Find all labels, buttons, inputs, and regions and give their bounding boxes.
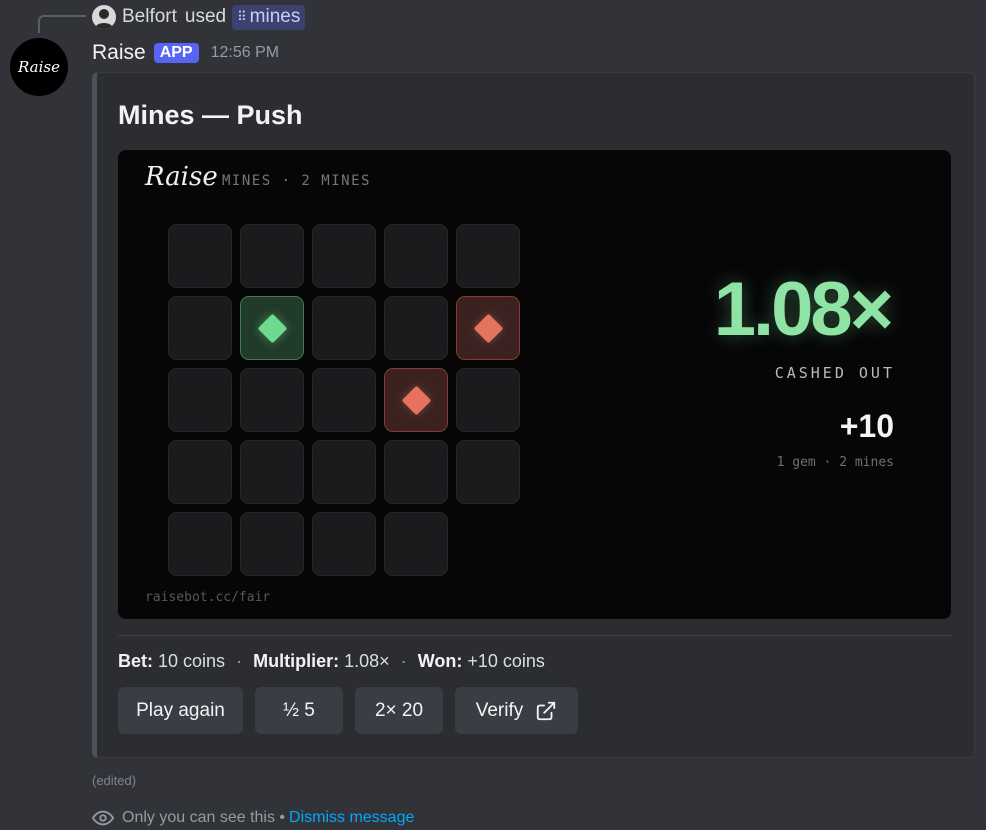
timestamp[interactable]: 12:56 PM <box>211 44 279 62</box>
gem-mine-info: 1 gem · 2 mines <box>776 455 894 470</box>
bet-label: Bet: <box>118 651 153 671</box>
reply-reference[interactable]: Belfort used ⠿ mines <box>92 4 306 30</box>
embed-divider <box>118 635 951 636</box>
reply-connector <box>38 15 86 33</box>
action-buttons: Play again ½ 5 2× 20 Verify <box>118 687 578 734</box>
separator: · <box>400 651 407 671</box>
game-subtitle: MINES · 2 MINES <box>222 173 371 189</box>
hidden-tile <box>384 296 448 360</box>
verify-button[interactable]: Verify <box>455 687 578 734</box>
won-value: +10 coins <box>467 651 545 671</box>
bot-name[interactable]: Raise <box>92 41 146 65</box>
hidden-tile <box>240 512 304 576</box>
gem-tile <box>240 296 304 360</box>
status-label: CASHED OUT <box>774 364 895 382</box>
hidden-tile <box>384 224 448 288</box>
bet-value: 10 coins <box>158 651 226 671</box>
hidden-tile <box>312 368 376 432</box>
game-image[interactable]: Raise MINES · 2 MINES raisebot.cc/fair 1… <box>118 150 951 619</box>
hidden-tile <box>312 440 376 504</box>
mines-grid <box>168 224 520 576</box>
external-link-icon <box>535 700 557 722</box>
hidden-tile <box>456 440 520 504</box>
hidden-tile <box>168 296 232 360</box>
bet-summary: Bet: 10 coins · Multiplier: 1.08× · Won:… <box>118 651 545 672</box>
reply-verb: used <box>184 6 227 27</box>
bot-avatar-text: Raise <box>18 58 60 76</box>
mine-icon <box>473 313 503 343</box>
hidden-tile <box>168 368 232 432</box>
hidden-tile <box>384 440 448 504</box>
winnings-value: +10 <box>839 408 894 444</box>
reply-user-name[interactable]: Belfort <box>122 6 177 28</box>
hidden-tile <box>312 296 376 360</box>
double-bet-button[interactable]: 2× 20 <box>355 687 443 734</box>
hidden-tile <box>240 440 304 504</box>
user-silhouette-icon <box>92 5 116 29</box>
multiplier-value: 1.08× <box>713 267 894 352</box>
embed: Mines — Push Raise MINES · 2 MINES raise… <box>92 72 975 758</box>
hidden-tile <box>384 512 448 576</box>
embed-title: Mines — Push <box>118 100 303 130</box>
hidden-tile <box>168 440 232 504</box>
hidden-tile <box>312 224 376 288</box>
half-bet-button[interactable]: ½ 5 <box>255 687 343 734</box>
hidden-tile <box>456 368 520 432</box>
ephemeral-notice: Only you can see this • Dismiss message <box>92 806 414 830</box>
empty-slot <box>456 512 520 576</box>
multiplier-label: Multiplier: <box>253 651 340 671</box>
command-name: mines <box>249 5 301 27</box>
ephemeral-text: Only you can see this • <box>122 809 286 826</box>
dismiss-message-link[interactable]: Dismiss message <box>289 809 414 827</box>
edited-label: (edited) <box>92 773 137 788</box>
hidden-tile <box>456 224 520 288</box>
play-again-button[interactable]: Play again <box>118 687 243 734</box>
bot-avatar[interactable]: Raise <box>10 38 68 96</box>
won-label: Won: <box>417 651 463 671</box>
slash-command-icon: ⠿ <box>237 8 246 24</box>
hidden-tile <box>240 224 304 288</box>
hidden-tile <box>240 368 304 432</box>
verify-label: Verify <box>475 699 524 721</box>
mine-tile <box>456 296 520 360</box>
hidden-tile <box>168 512 232 576</box>
hidden-tile <box>312 512 376 576</box>
app-badge: APP <box>153 43 199 63</box>
game-logo: Raise <box>145 162 218 192</box>
mine-icon <box>401 385 431 415</box>
mine-tile <box>384 368 448 432</box>
reply-user-avatar[interactable] <box>92 5 116 29</box>
message-header: Raise APP 12:56 PM <box>92 38 279 68</box>
fairness-url: raisebot.cc/fair <box>145 590 271 605</box>
multiplier-summary-value: 1.08× <box>344 651 390 671</box>
hidden-tile <box>168 224 232 288</box>
separator: · <box>236 651 243 671</box>
command-chip[interactable]: ⠿ mines <box>232 4 306 30</box>
gem-icon <box>257 313 287 343</box>
